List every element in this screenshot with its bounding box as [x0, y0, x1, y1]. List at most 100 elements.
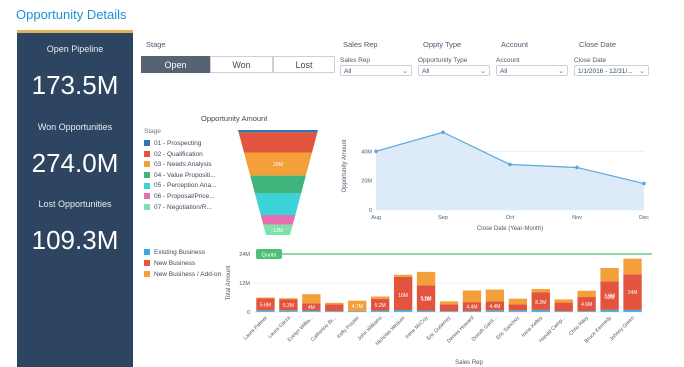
legend-item[interactable]: 05 - Perception Ana... [144, 182, 217, 189]
bar-segment [531, 289, 550, 293]
stage-button-lost[interactable]: Lost [273, 56, 335, 73]
kpi-label: Lost Opportunities [38, 199, 112, 209]
area-x-tick-label: Oct [506, 215, 515, 221]
bar-x-tick-label: Laura Garza [267, 315, 292, 340]
area-x-axis-label: Close Date (Year-Month) [477, 226, 543, 232]
page-title: Opportunity Details [16, 7, 127, 22]
legend-swatch [144, 182, 150, 189]
bar-segment [554, 302, 573, 312]
filter-label: Close Date [574, 57, 607, 64]
bar-y-tick-label: 24M [239, 252, 250, 258]
legend-label: 07 - Negotiation/R... [154, 203, 212, 211]
bar-segment [600, 268, 619, 282]
bar-segment [279, 298, 298, 300]
filter-header-account: Account [501, 40, 529, 49]
bar-segment [508, 298, 527, 305]
bar-segment [302, 294, 321, 304]
funnel-legend-title: Stage [144, 128, 161, 135]
legend-label: New Business [154, 260, 196, 267]
kpi-panel: Open Pipeline 173.5M Won Opportunities 2… [17, 30, 133, 367]
legend-item[interactable]: Existing Business [144, 249, 205, 256]
filter-label: Account [496, 57, 520, 64]
kpi-value: 109.3M [31, 225, 119, 255]
bar-data-label: 4M [308, 305, 315, 311]
area-point [642, 181, 646, 186]
area-fill [376, 132, 644, 210]
area-x-tick-label: Nov [572, 215, 582, 221]
legend-swatch [144, 150, 150, 157]
area-point [374, 149, 378, 154]
bar-segment [462, 290, 482, 303]
select-value: All [500, 68, 508, 75]
bar-segment [623, 309, 642, 312]
bar-x-tick-label: Irene Kelley [521, 315, 545, 339]
legend-label: 05 - Perception Ana... [154, 182, 217, 190]
area-point [508, 162, 512, 167]
close-date-select[interactable]: 1/1/2016 - 12/31/... ⌄ [574, 65, 649, 76]
bar-segment [256, 297, 275, 299]
filter-sales-rep: Sales Rep All ⌄ [340, 57, 412, 76]
bar-data-label: 4.7M [352, 304, 363, 310]
bar-segment [371, 296, 390, 299]
account-select[interactable]: All ⌄ [496, 65, 568, 76]
legend-item[interactable]: New Business [144, 260, 195, 267]
kpi-label: Open Pipeline [46, 44, 104, 54]
filter-label: Opportunity Type [418, 57, 468, 64]
chevron-down-icon: ⌄ [480, 68, 486, 75]
filter-label: Sales Rep [340, 57, 370, 64]
kpi-value: 274.0M [31, 148, 119, 178]
legend-label: Existing Business [154, 249, 205, 256]
legend-label: 02 - Qualification [154, 150, 203, 158]
stacked-bar-chart: 0 12M 24M 5.6M Laura Palmer 5.3M Laura Garza 4M… [226, 249, 652, 366]
chevron-down-icon: ⌄ [402, 68, 408, 75]
area-point [441, 130, 445, 135]
sales-rep-select[interactable]: All ⌄ [340, 65, 412, 76]
bar-data-label: 4.4M [466, 305, 477, 311]
funnel-chart-title: Opportunity Amount [201, 114, 268, 123]
legend-item[interactable]: 07 - Negotiation/R... [144, 204, 212, 211]
legend-label: 06 - Proposal/Price... [154, 193, 215, 200]
legend-item[interactable]: New Business / Add-on [144, 271, 221, 278]
funnel-data-label: 13M [273, 228, 283, 234]
bar-segment [508, 304, 527, 311]
area-y-tick-label: 40M [361, 149, 372, 155]
legend-item[interactable]: 04 - Value Propositi... [144, 172, 216, 179]
legend-item[interactable]: 03 - Needs Analysis [144, 161, 211, 168]
area-point [575, 165, 579, 170]
legend-item[interactable]: 01 - Prospecting [144, 140, 201, 147]
filter-header-oppty-type: Oppty Type [423, 40, 462, 49]
bar-inner-label: 11M [421, 297, 430, 303]
legend-item[interactable]: 06 - Proposal/Price... [144, 193, 215, 200]
legend-label: New Business / Add-on [154, 271, 222, 278]
legend-swatch [144, 140, 150, 147]
kpi-value: 173.5M [31, 70, 119, 100]
area-y-axis-label: Opportunity Amount [342, 139, 348, 192]
legend-swatch [144, 260, 150, 267]
funnel-segment [254, 193, 302, 215]
bar-x-tick-label: Eric Sanchez [495, 315, 521, 341]
stage-button-won[interactable]: Won [210, 56, 273, 73]
legend-item[interactable]: 02 - Qualification [144, 151, 203, 158]
stage-button-open[interactable]: Open [141, 56, 210, 73]
legend-swatch [144, 271, 150, 278]
select-value: All [344, 68, 352, 75]
filter-close-date: Close Date 1/1/2016 - 12/31/... ⌄ [574, 57, 649, 76]
area-y-tick-label: 0 [369, 208, 372, 214]
filter-account: Account All ⌄ [496, 57, 568, 76]
select-value: All [422, 68, 430, 75]
filter-header-close-date: Close Date [579, 40, 617, 49]
bar-segment [325, 302, 344, 305]
bar-segment [531, 309, 550, 312]
quota-label: Quota [262, 253, 278, 259]
area-chart: 0 20M 40M Aug Sep Oct Nov Dec Close Date (Year-M… [342, 130, 649, 232]
legend-label: 04 - Value Propositi... [154, 171, 216, 179]
bar-segment [416, 271, 436, 286]
kpi-top-accent [17, 30, 133, 33]
bar-data-label: 5.2M [375, 303, 386, 309]
filter-header-sales-rep: Sales Rep [343, 40, 378, 49]
funnel-segment [238, 132, 318, 153]
legend-swatch [144, 161, 150, 168]
opportunity-type-select[interactable]: All ⌄ [418, 65, 490, 76]
legend-swatch [144, 193, 150, 200]
bar-segment [439, 301, 459, 305]
